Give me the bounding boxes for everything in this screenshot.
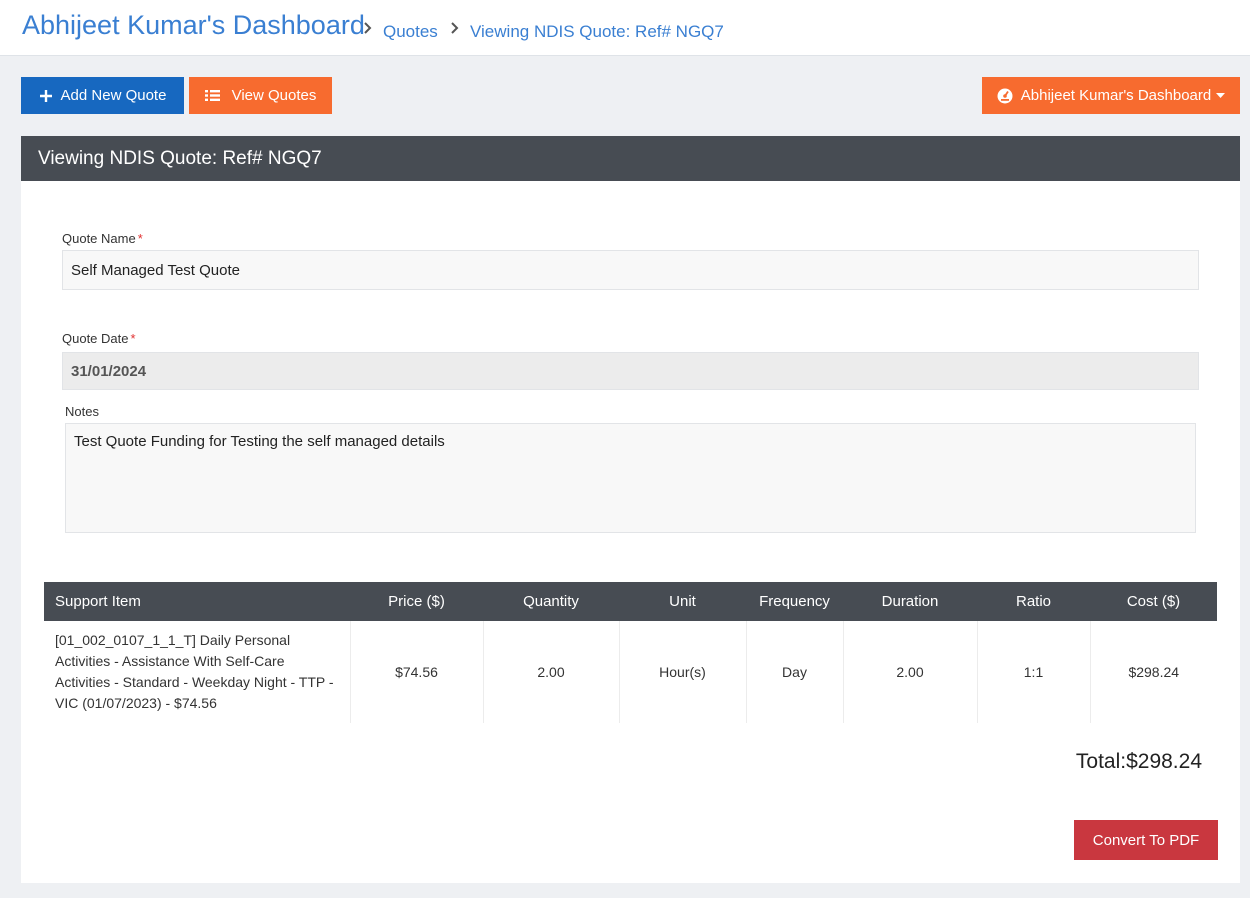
page-title[interactable]: Abhijeet Kumar's Dashboard bbox=[22, 10, 365, 41]
column-header: Quantity bbox=[483, 582, 619, 621]
chevron-right-icon bbox=[364, 22, 372, 34]
view-quotes-button[interactable]: View Quotes bbox=[189, 77, 332, 114]
chevron-right-icon bbox=[451, 22, 459, 34]
dashboard-gauge-icon bbox=[997, 88, 1013, 104]
card-header: Viewing NDIS Quote: Ref# NGQ7 bbox=[21, 136, 1240, 181]
required-mark: * bbox=[137, 231, 143, 246]
quote-date-label: Quote Date * bbox=[62, 331, 136, 346]
quote-date-field[interactable]: 31/01/2024 bbox=[62, 352, 1199, 390]
quote-name-label: Quote Name * bbox=[62, 231, 143, 246]
column-header: Duration bbox=[843, 582, 977, 621]
quote-card: Viewing NDIS Quote: Ref# NGQ7 Quote Name… bbox=[21, 136, 1240, 883]
notes-label: Notes bbox=[65, 404, 99, 419]
duration-cell: 2.00 bbox=[843, 621, 978, 723]
price-cell: $74.56 bbox=[350, 621, 484, 723]
view-quotes-label: View Quotes bbox=[231, 87, 317, 104]
unit-cell: Hour(s) bbox=[619, 621, 747, 723]
quote-name-field[interactable]: Self Managed Test Quote bbox=[62, 250, 1199, 290]
caret-down-icon bbox=[1216, 92, 1226, 99]
support-item-cell: [01_002_0107_1_1_T] Daily Personal Activ… bbox=[44, 621, 351, 723]
plus-icon bbox=[39, 89, 53, 103]
column-header: Cost ($) bbox=[1090, 582, 1217, 621]
column-header: Unit bbox=[619, 582, 746, 621]
table-row: [01_002_0107_1_1_T] Daily Personal Activ… bbox=[44, 621, 1217, 723]
ratio-cell: 1:1 bbox=[977, 621, 1091, 723]
table-header-row: Support Item Price ($) Quantity Unit Fre… bbox=[44, 582, 1217, 621]
dashboard-dropdown-label: Abhijeet Kumar's Dashboard bbox=[1020, 87, 1212, 104]
list-icon bbox=[204, 89, 220, 102]
add-new-quote-button[interactable]: Add New Quote bbox=[21, 77, 184, 114]
breadcrumb-quotes[interactable]: Quotes bbox=[383, 22, 438, 42]
add-new-quote-label: Add New Quote bbox=[60, 87, 167, 104]
top-bar: Abhijeet Kumar's Dashboard Quotes Viewin… bbox=[0, 0, 1250, 56]
column-header: Ratio bbox=[977, 582, 1090, 621]
card-title: Viewing NDIS Quote: Ref# NGQ7 bbox=[38, 148, 322, 169]
support-items-table: Support Item Price ($) Quantity Unit Fre… bbox=[44, 582, 1217, 723]
convert-to-pdf-button[interactable]: Convert To PDF bbox=[1074, 820, 1218, 860]
dashboard-dropdown-button[interactable]: Abhijeet Kumar's Dashboard bbox=[982, 77, 1240, 114]
required-mark: * bbox=[130, 331, 136, 346]
cost-cell: $298.24 bbox=[1128, 664, 1180, 680]
column-header: Frequency bbox=[746, 582, 843, 621]
breadcrumb-current[interactable]: Viewing NDIS Quote: Ref# NGQ7 bbox=[470, 22, 724, 42]
notes-textarea[interactable]: Test Quote Funding for Testing the self … bbox=[65, 423, 1196, 533]
quantity-cell: 2.00 bbox=[483, 621, 620, 723]
total-amount: Total:$298.24 bbox=[1075, 750, 1202, 773]
frequency-cell: Day bbox=[746, 621, 844, 723]
column-header: Support Item bbox=[44, 582, 350, 621]
column-header: Price ($) bbox=[350, 582, 483, 621]
